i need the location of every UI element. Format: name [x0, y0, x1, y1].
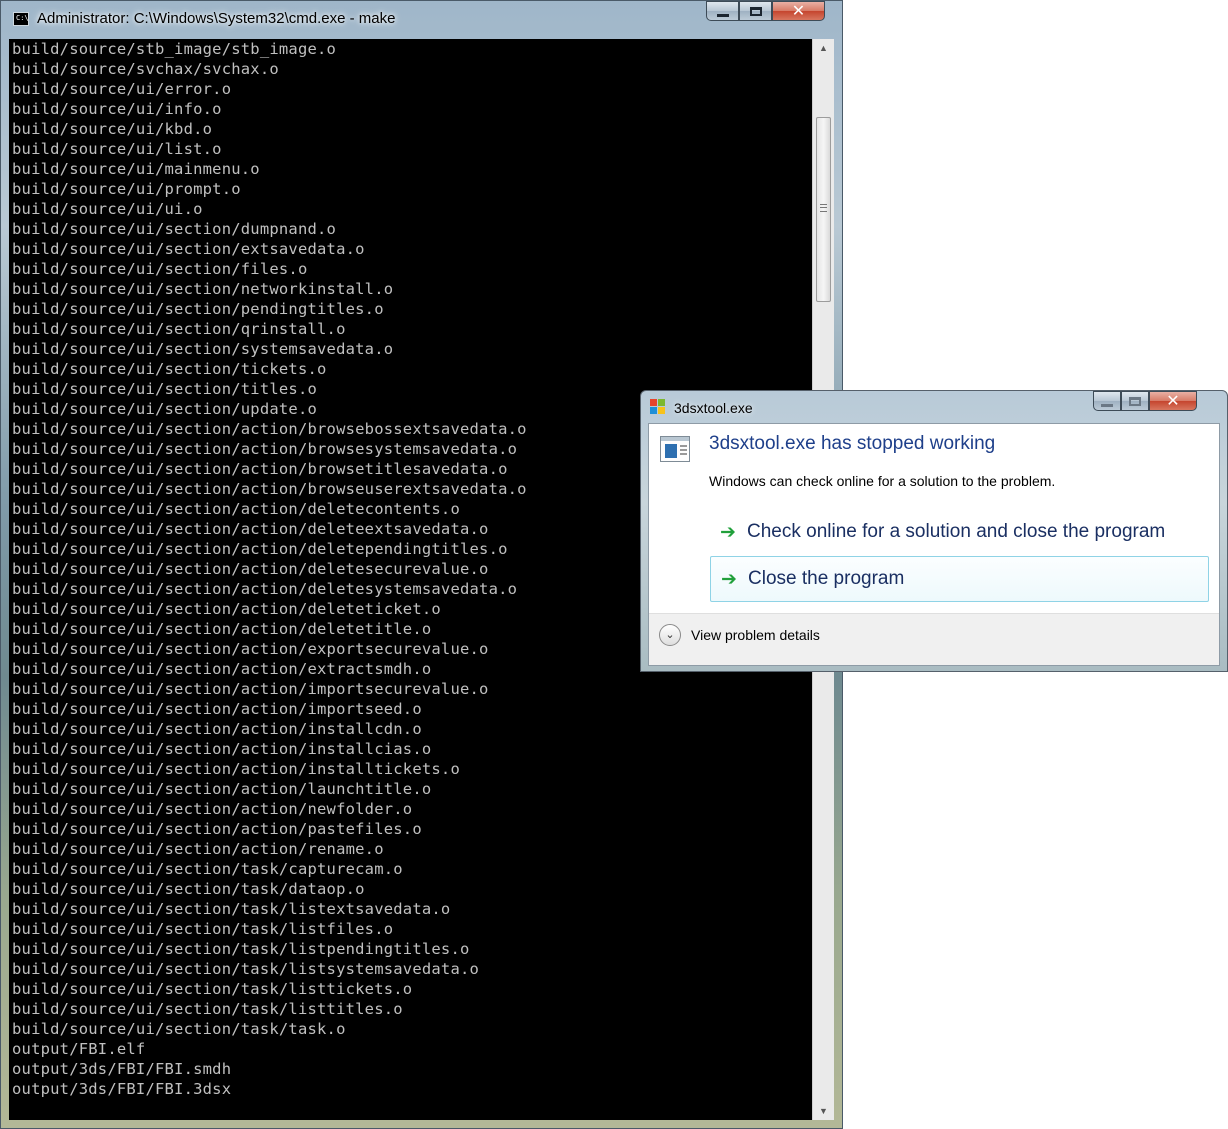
- console-line: build/source/ui/section/action/installci…: [12, 740, 432, 758]
- console-line: build/source/ui/section/task/task.o: [12, 1020, 346, 1038]
- console-line: build/source/ui/section/task/listtitles.…: [12, 1000, 403, 1018]
- console-line: output/3ds/FBI/FBI.3dsx: [12, 1080, 232, 1098]
- dialog-close-button[interactable]: ✕: [1149, 391, 1197, 411]
- dialog-maximize-button[interactable]: [1121, 391, 1149, 411]
- console-line: output/3ds/FBI/FBI.smdh: [12, 1060, 232, 1078]
- chevron-down-icon[interactable]: ⌄: [659, 624, 681, 646]
- maximize-icon: [749, 6, 762, 16]
- console-line: build/source/ui/section/systemsavedata.o: [12, 340, 394, 358]
- console-line: build/source/ui/ui.o: [12, 200, 203, 218]
- console-line: build/source/ui/error.o: [12, 80, 232, 98]
- dialog-titlebar[interactable]: 3dsxtool.exe ✕: [641, 391, 1227, 423]
- icon-line: [680, 445, 687, 447]
- console-line: build/source/ui/section/task/dataop.o: [12, 880, 365, 898]
- console-line: build/source/ui/list.o: [12, 140, 222, 158]
- console-line: build/source/svchax/svchax.o: [12, 60, 279, 78]
- console-line: build/source/ui/mainmenu.o: [12, 160, 260, 178]
- console-line: build/source/ui/section/task/listpending…: [12, 940, 470, 958]
- console-line: build/source/stb_image/stb_image.o: [12, 40, 337, 58]
- dialog-minimize-button[interactable]: [1093, 391, 1121, 411]
- console-line: build/source/ui/section/task/listextsave…: [12, 900, 451, 918]
- cmd-window-controls: ✕: [706, 1, 825, 23]
- logo-pane: [658, 407, 665, 414]
- icon-doc: [665, 444, 677, 458]
- icon-bar: [661, 437, 689, 441]
- console-line: build/source/ui/section/task/listfiles.o: [12, 920, 394, 938]
- close-icon: ✕: [1166, 391, 1180, 410]
- dialog-window-controls: ✕: [1093, 391, 1197, 413]
- check-online-option[interactable]: ➔ Check online for a solution and close …: [710, 509, 1209, 555]
- cmd-window-title: Administrator: C:\Windows\System32\cmd.e…: [37, 10, 396, 27]
- green-arrow-icon: ➔: [720, 521, 736, 543]
- logo-pane: [650, 407, 657, 414]
- cmd-icon-label: C:\: [16, 14, 29, 22]
- console-line: build/source/ui/section/action/newfolder…: [12, 800, 413, 818]
- maximize-icon: [1129, 396, 1141, 406]
- error-dialog: 3dsxtool.exe ✕ 3dsxtool.exe has stopped …: [640, 390, 1228, 672]
- dialog-subtext: Windows can check online for a solution …: [709, 473, 1056, 489]
- option-label: Check online for a solution and close th…: [747, 521, 1166, 542]
- console-line: build/source/ui/info.o: [12, 100, 222, 118]
- console-line: build/source/ui/section/action/installcd…: [12, 720, 422, 738]
- console-line: build/source/ui/section/action/importsee…: [12, 700, 422, 718]
- minimize-icon: [1101, 403, 1113, 407]
- console-line: build/source/ui/section/networkinstall.o: [12, 280, 394, 298]
- windows-logo-icon: [650, 399, 666, 415]
- console-line: build/source/ui/kbd.o: [12, 120, 213, 138]
- console-line: build/source/ui/section/action/pastefile…: [12, 820, 422, 838]
- cmd-titlebar[interactable]: C:\ Administrator: C:\Windows\System32\c…: [1, 1, 842, 37]
- close-program-option[interactable]: ➔ Close the program: [710, 556, 1209, 602]
- logo-pane: [658, 399, 665, 406]
- green-arrow-icon: ➔: [721, 568, 737, 590]
- minimize-icon: [716, 13, 729, 17]
- program-window-icon: [660, 436, 690, 462]
- console-line: build/source/ui/section/qrinstall.o: [12, 320, 346, 338]
- dialog-footer: ⌄ View problem details: [649, 613, 1219, 665]
- console-line: build/source/ui/section/action/launchtit…: [12, 780, 432, 798]
- cmd-app-icon[interactable]: C:\: [13, 12, 29, 26]
- console-line: build/source/ui/section/task/listsystems…: [12, 960, 480, 978]
- dialog-heading: 3dsxtool.exe has stopped working: [709, 433, 996, 454]
- icon-line: [680, 449, 687, 451]
- option-label: Close the program: [748, 568, 905, 589]
- cmd-maximize-button[interactable]: [739, 1, 772, 21]
- console-line: build/source/ui/section/pendingtitles.o: [12, 300, 384, 318]
- logo-pane: [650, 399, 657, 406]
- cmd-minimize-button[interactable]: [706, 1, 739, 21]
- scroll-thumb[interactable]: [816, 117, 831, 302]
- scroll-down-arrow-icon[interactable]: ▼: [813, 1102, 834, 1120]
- view-details-link[interactable]: View problem details: [691, 627, 820, 643]
- console-line: output/FBI.elf: [12, 1040, 146, 1058]
- console-line: build/source/ui/section/extsavedata.o: [12, 240, 365, 258]
- scroll-up-arrow-icon[interactable]: ▲: [813, 39, 834, 57]
- cmd-close-button[interactable]: ✕: [772, 1, 825, 21]
- console-line: build/source/ui/section/task/listtickets…: [12, 980, 413, 998]
- console-line: build/source/ui/section/action/importsec…: [12, 680, 489, 698]
- console-line: build/source/ui/section/task/capturecam.…: [12, 860, 403, 878]
- icon-line: [680, 453, 687, 455]
- close-icon: ✕: [791, 1, 806, 20]
- console-line: build/source/ui/section/dumpnand.o: [12, 220, 337, 238]
- dialog-title: 3dsxtool.exe: [674, 400, 753, 416]
- scroll-grip-icon: [820, 204, 827, 212]
- console-line: build/source/ui/section/action/installti…: [12, 760, 460, 778]
- console-line: build/source/ui/section/tickets.o: [12, 360, 327, 378]
- console-line: build/source/ui/section/files.o: [12, 260, 308, 278]
- console-line: build/source/ui/prompt.o: [12, 180, 241, 198]
- console-line: build/source/ui/section/action/rename.o: [12, 840, 384, 858]
- dialog-body: 3dsxtool.exe has stopped working Windows…: [648, 423, 1220, 666]
